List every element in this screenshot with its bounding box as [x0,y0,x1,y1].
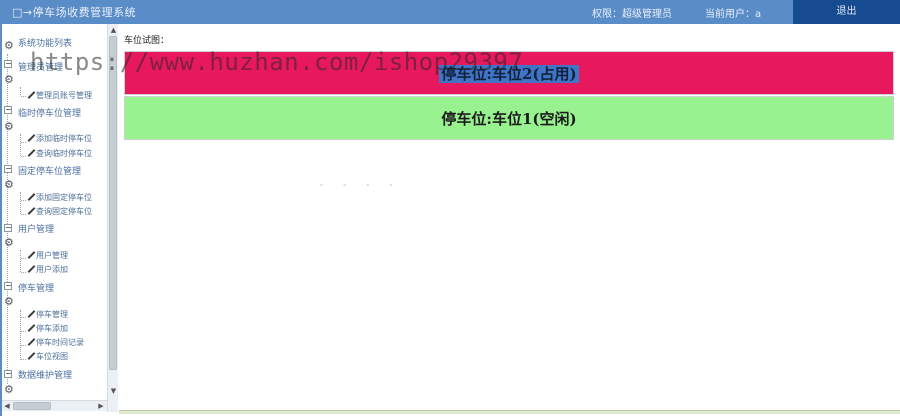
tree-item-add-temp-parking[interactable]: 添加临时停车位 [26,132,92,146]
scroll-right-icon[interactable]: ▶ [96,401,106,411]
tree-item-query-temp-parking[interactable]: 查询临时停车位 [26,147,92,161]
tree-item-query-fixed-parking[interactable]: 查询固定停车位 [26,205,92,219]
scrollbar-thumb[interactable] [13,402,51,410]
tree-item-parking-view[interactable]: 车位视图 [26,350,68,364]
gears-icon: ⚙ [4,73,14,86]
pencil-icon [26,133,35,142]
collapse-icon[interactable]: − [4,165,12,173]
tree-group-data-maintenance[interactable]: 数据维护管理 [18,369,72,383]
tree-guide-line [20,192,21,214]
collapse-icon[interactable]: − [4,224,12,232]
collapse-icon[interactable]: − [4,60,12,68]
pencil-icon [26,148,35,157]
collapse-icon[interactable]: − [4,370,12,378]
pencil-icon [26,250,35,259]
tree-group-parking[interactable]: 停车管理 [18,282,54,296]
gears-icon: ⚙ [4,295,14,308]
tree-group-admin[interactable]: 管理员管理 [18,61,63,75]
collapse-icon[interactable]: − [4,106,12,114]
exit-button[interactable]: 退出 [793,0,900,24]
pencil-icon [26,351,35,360]
tree-item-user-add[interactable]: 用户添加 [26,263,68,277]
tree-item-admin-account[interactable]: 管理员账号管理 [26,89,92,103]
collapse-icon[interactable]: − [4,282,12,290]
gears-icon: ⚙ [4,120,14,133]
tree-item-parking-add[interactable]: 停车添加 [26,322,68,336]
tree-item-user-management[interactable]: 用户管理 [26,249,68,263]
scroll-up-icon[interactable]: ▲ [109,25,118,35]
scroll-down-icon[interactable]: ▼ [109,386,118,396]
main-bottom-bar [119,410,900,414]
main-content: 车位试图： 停车位:车位2(占用) 停车位:车位1(空闲) • • • • [119,24,900,416]
pencil-icon [26,337,35,346]
pencil-icon [26,192,35,201]
tree-guide-line [20,134,21,156]
gears-icon: ⚙ [4,178,14,191]
pencil-icon [26,309,35,318]
sidebar-horizontal-scrollbar[interactable]: ◀ ▶ [2,400,107,411]
tree-root-label[interactable]: 系统功能列表 [18,37,72,51]
tree-guide-line [20,250,21,272]
permission-label: 权限：超级管理员 [592,9,672,20]
loading-dots: • • • • [319,181,402,190]
sidebar-tree: ⚙ 系统功能列表 − 管理员管理 ⚙ 管理员账号管理 − 临时停车位管理 ⚙ 添… [2,24,118,412]
pencil-icon [26,264,35,273]
tree-guide-line [20,87,21,95]
tree-group-users[interactable]: 用户管理 [18,223,54,237]
sidebar-vertical-scrollbar[interactable]: ▲ ▼ [107,24,118,412]
tree-item-add-fixed-parking[interactable]: 添加固定停车位 [26,191,92,205]
parking-slot-free[interactable]: 停车位:车位1(空闲) [124,96,894,140]
tree-group-temp-parking[interactable]: 临时停车位管理 [18,107,81,121]
tree-item-parking-time-record[interactable]: 停车时间记录 [26,336,84,350]
scroll-left-icon[interactable]: ◀ [2,401,12,411]
gears-icon: ⚙ [4,383,14,396]
pencil-icon [26,323,35,332]
gears-icon: ⚙ [4,39,14,52]
parking-view-label: 车位试图： [124,36,170,46]
scrollbar-thumb[interactable] [109,36,117,370]
pencil-icon [26,206,35,215]
tree-item-parking-management[interactable]: 停车管理 [26,308,68,322]
top-bar: □→停车场收费管理系统 权限：超级管理员 当前用户：a 退出 [0,0,900,24]
gears-icon: ⚙ [4,236,14,249]
tree-guide-line [7,54,8,384]
pencil-icon [26,90,35,99]
parking-slot-occupied[interactable]: 停车位:车位2(占用) [124,51,894,95]
current-user-label: 当前用户：a [705,9,762,20]
tree-group-fixed-parking[interactable]: 固定停车位管理 [18,165,81,179]
parking-slot-text: 停车位:车位2(占用) [439,65,579,83]
app-title: □→停车场收费管理系统 [12,6,137,19]
